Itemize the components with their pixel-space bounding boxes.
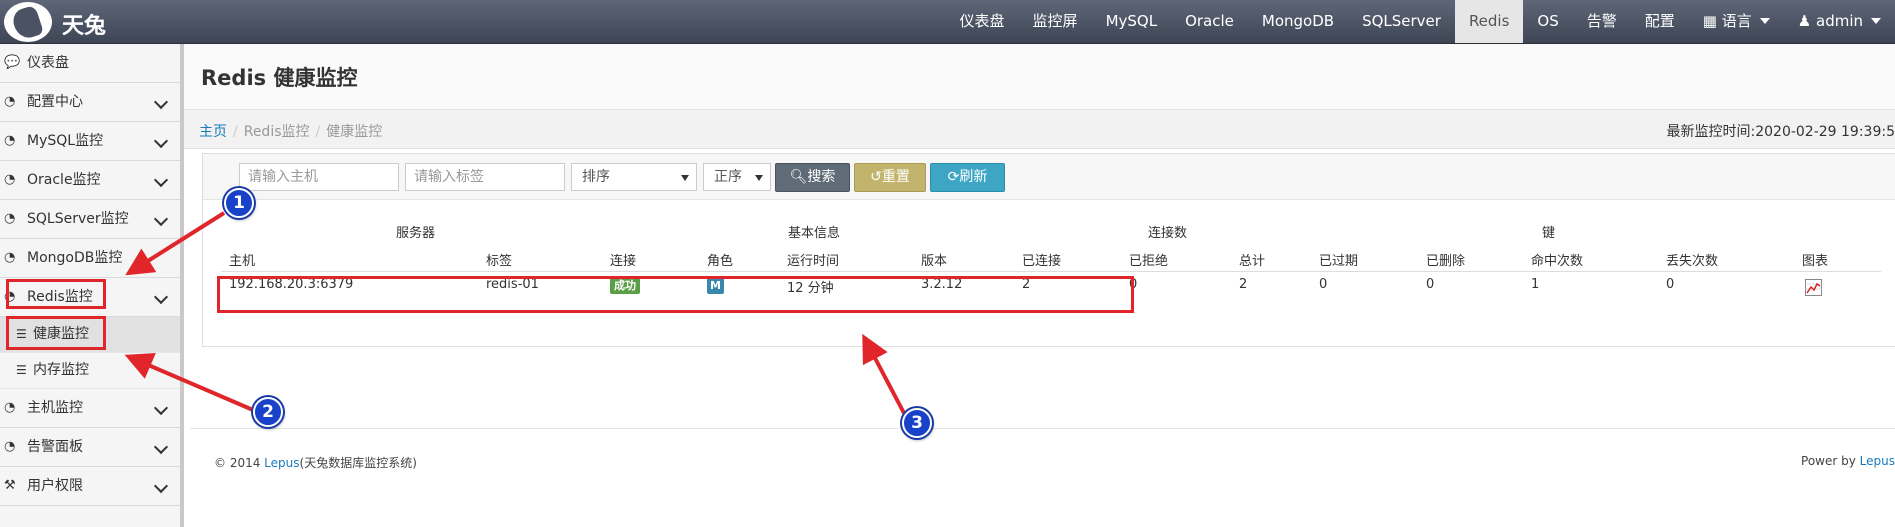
- annotation-marker: 1: [224, 188, 254, 218]
- annotation-arrows: [124, 211, 907, 416]
- annotation-marker: 2: [253, 397, 283, 427]
- arrow-2: [124, 353, 254, 412]
- arrow-1: [125, 211, 226, 276]
- arrow-3: [862, 333, 907, 416]
- annotation-marker: 3: [902, 408, 932, 438]
